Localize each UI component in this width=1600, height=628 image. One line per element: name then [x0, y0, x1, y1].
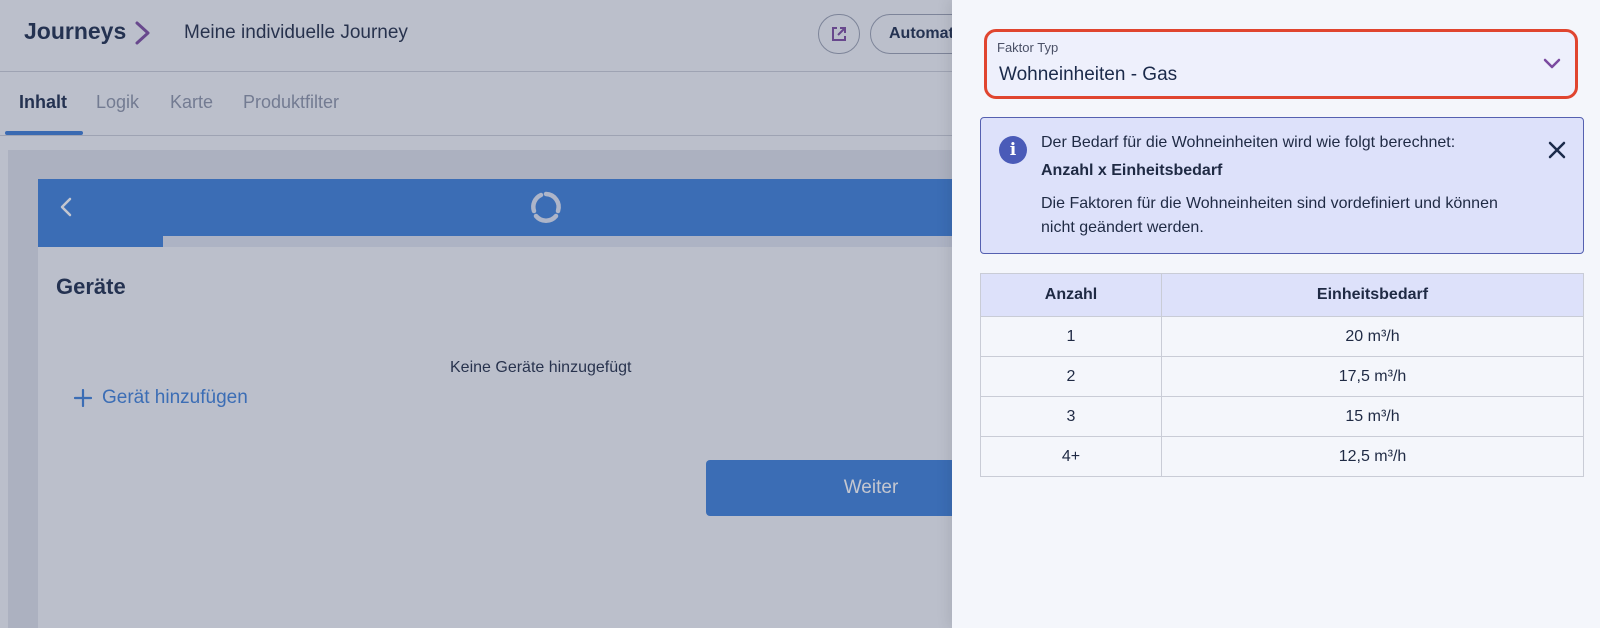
close-icon[interactable]	[1547, 140, 1567, 160]
info-text: Der Bedarf für die Wohneinheiten wird wi…	[1041, 134, 1456, 151]
cell-anzahl: 2	[980, 356, 1162, 397]
factor-drawer: Faktor Typ Wohneinheiten - Gas i Der Bed…	[952, 0, 1600, 628]
info-alert: i Der Bedarf für die Wohneinheiten wird …	[980, 117, 1584, 254]
cell-anzahl: 3	[980, 396, 1162, 437]
table-header-row: Anzahl Einheitsbedarf	[980, 273, 1584, 317]
factor-type-label: Faktor Typ	[997, 40, 1059, 55]
table-row: 1 20 m³/h	[980, 316, 1584, 357]
cell-einheitsbedarf: 17,5 m³/h	[1161, 356, 1584, 397]
column-header-anzahl: Anzahl	[980, 273, 1162, 317]
table-row: 4+ 12,5 m³/h	[980, 436, 1584, 477]
factor-type-value: Wohneinheiten - Gas	[999, 64, 1178, 85]
cell-einheitsbedarf: 15 m³/h	[1161, 396, 1584, 437]
table-row: 3 15 m³/h	[980, 396, 1584, 437]
factor-table: Anzahl Einheitsbedarf 1 20 m³/h 2 17,5 m…	[980, 273, 1584, 477]
cell-anzahl: 1	[980, 316, 1162, 357]
cell-anzahl: 4+	[980, 436, 1162, 477]
info-formula: Anzahl x Einheitsbedarf	[1041, 162, 1223, 179]
table-row: 2 17,5 m³/h	[980, 356, 1584, 397]
cell-einheitsbedarf: 12,5 m³/h	[1161, 436, 1584, 477]
column-header-einheitsbedarf: Einheitsbedarf	[1161, 273, 1584, 317]
chevron-down-icon	[1543, 58, 1561, 69]
cell-einheitsbedarf: 20 m³/h	[1161, 316, 1584, 357]
info-icon: i	[999, 136, 1027, 164]
factor-type-select[interactable]: Faktor Typ Wohneinheiten - Gas	[984, 29, 1578, 99]
info-note: Die Faktoren für die Wohneinheiten sind …	[1041, 195, 1498, 236]
